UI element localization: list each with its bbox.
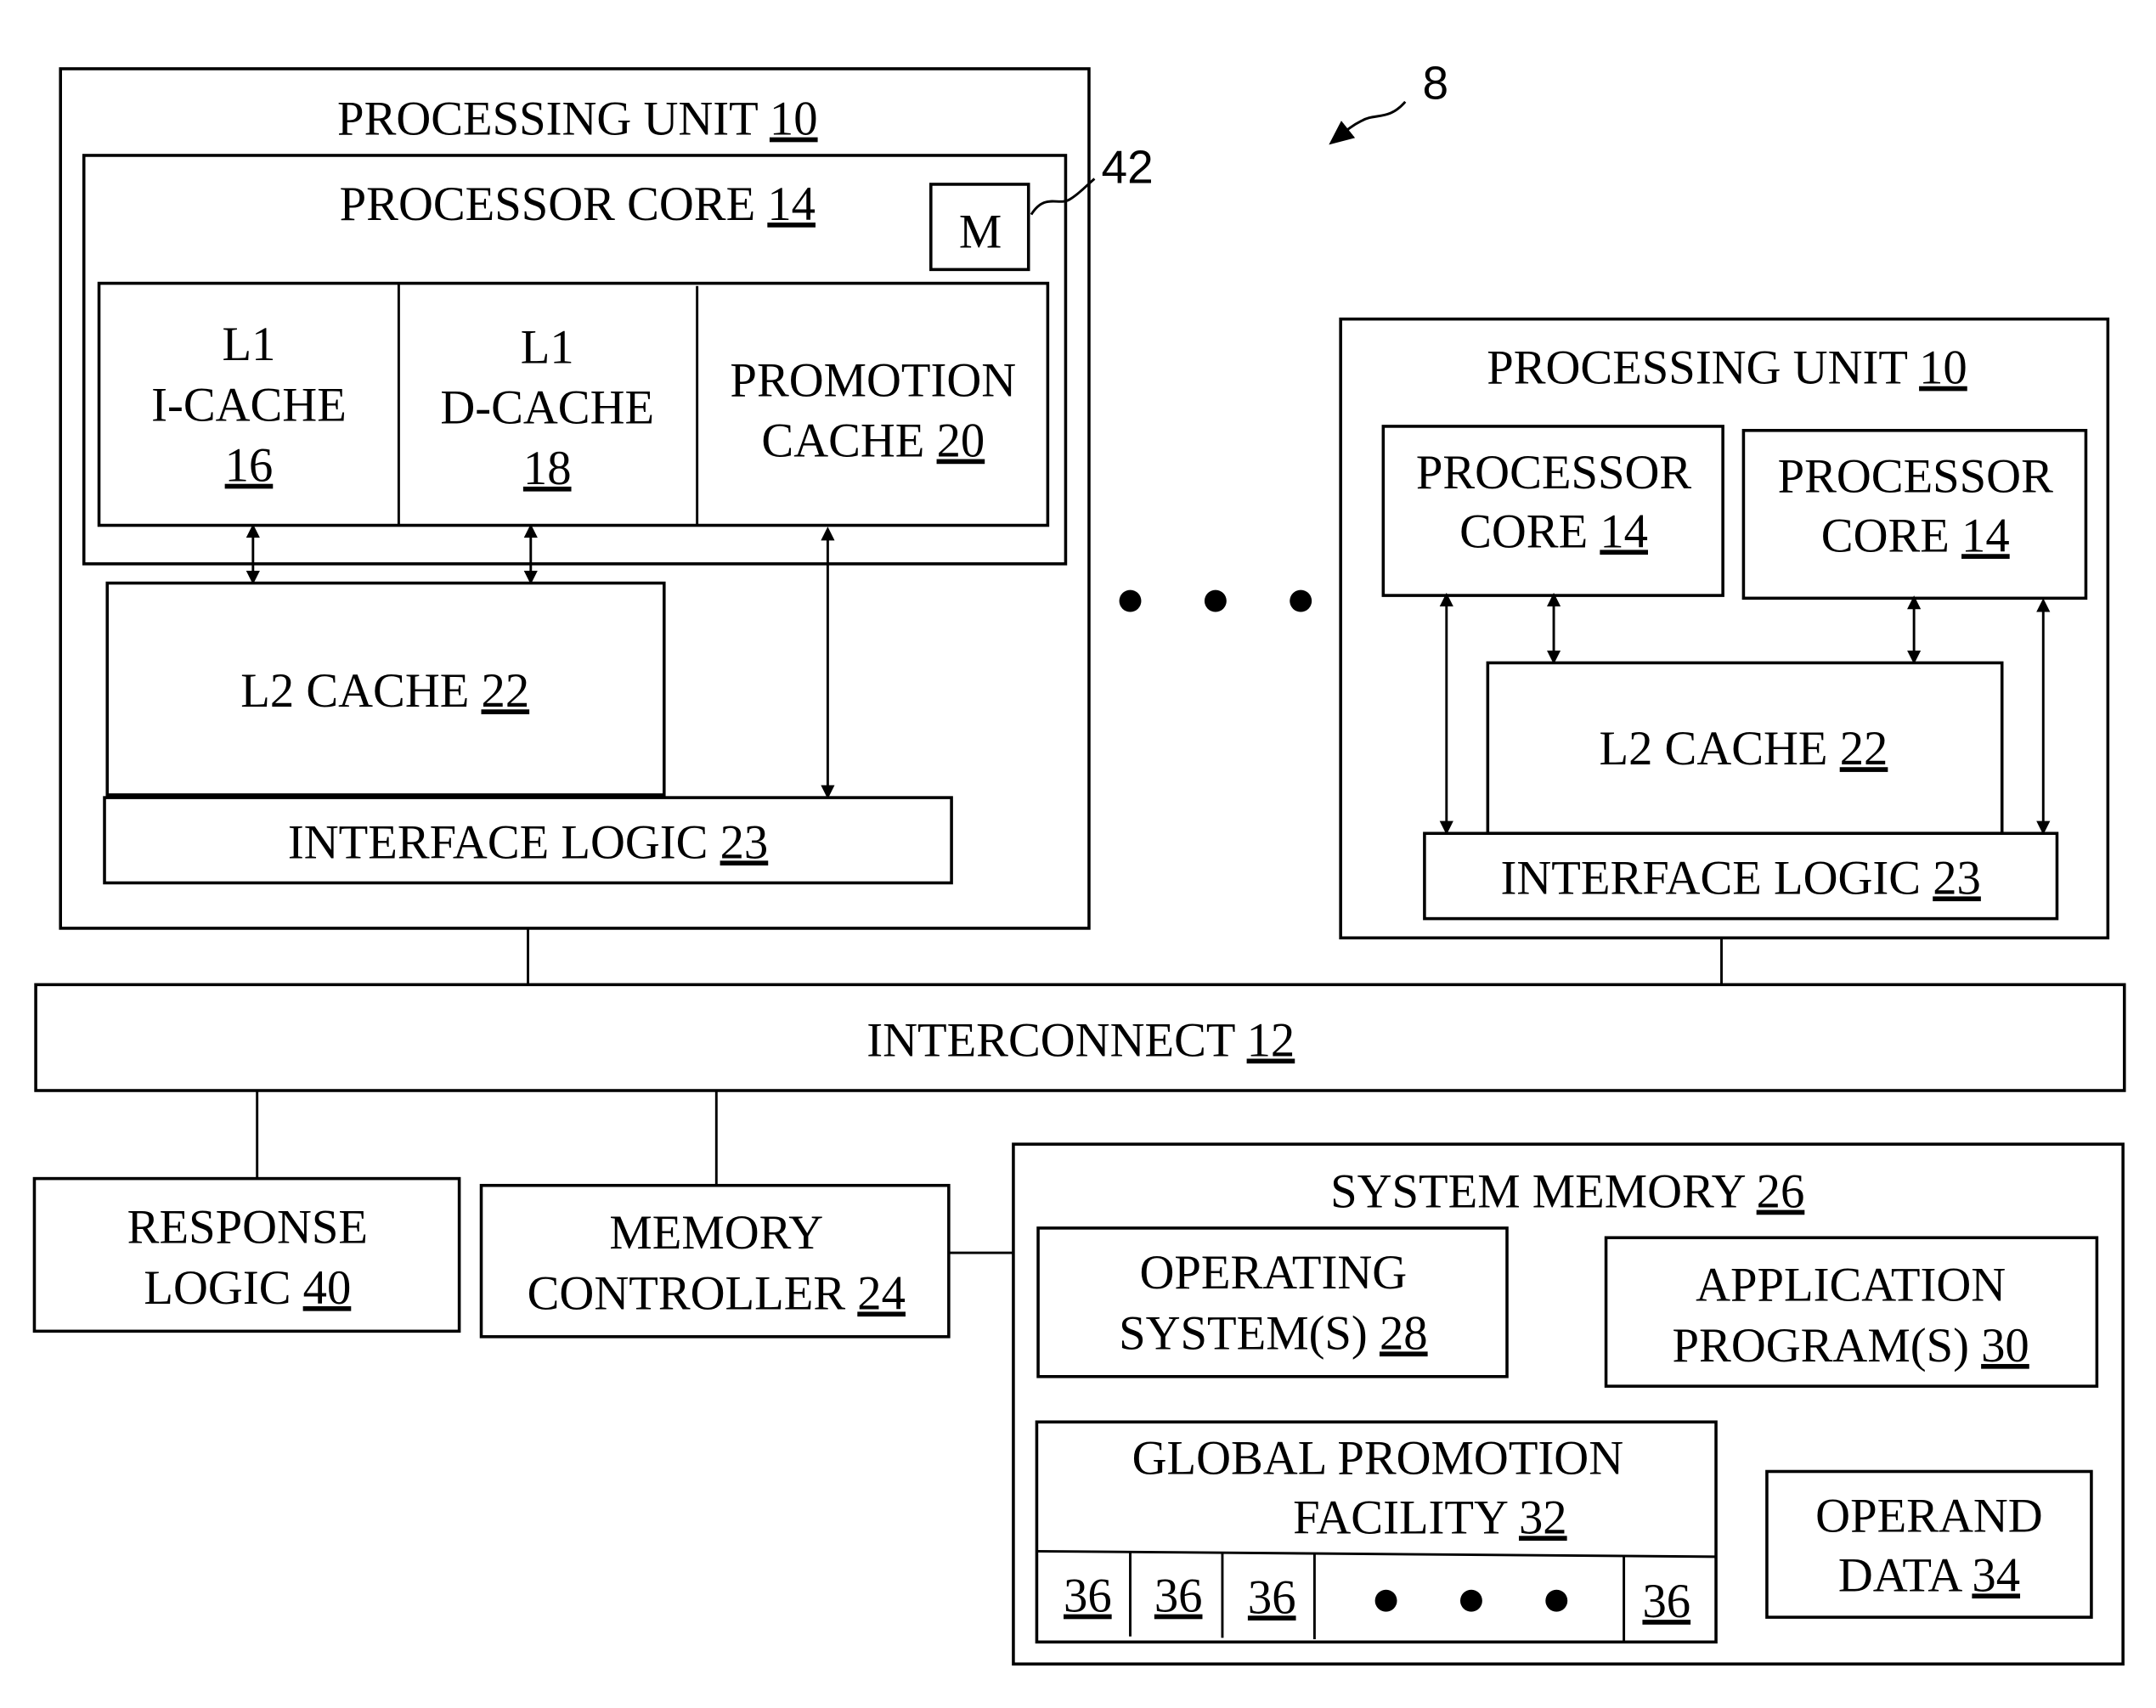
- processor-core-right-2: PROCESSOR CORE 14: [1741, 429, 2088, 600]
- interface-logic-left: INTERFACE LOGIC 23: [103, 796, 953, 885]
- svg-text:D-CACHE: D-CACHE: [440, 382, 654, 435]
- system-memory: SYSTEM MEMORY 26 OPERATING SYSTEM(S) 28 …: [1012, 1142, 2125, 1666]
- operating-systems: OPERATING SYSTEM(S) 28: [1036, 1226, 1509, 1378]
- svg-text:PROCESSING UNIT 10: PROCESSING UNIT 10: [337, 93, 818, 146]
- svg-text:PROCESSOR: PROCESSOR: [1416, 447, 1691, 499]
- svg-text:FACILITY 32: FACILITY 32: [1293, 1491, 1567, 1544]
- gpf-entry: 36: [1642, 1576, 1690, 1628]
- svg-text:CORE 14: CORE 14: [1821, 510, 2010, 562]
- svg-text:PROMOTION: PROMOTION: [730, 354, 1016, 407]
- svg-text:CONTROLLER 24: CONTROLLER 24: [528, 1267, 906, 1320]
- memory-controller: MEMORY CONTROLLER 24: [479, 1183, 951, 1339]
- gpf-entry: 36: [1154, 1570, 1203, 1623]
- svg-text:INTERFACE LOGIC 23: INTERFACE LOGIC 23: [1500, 852, 1980, 905]
- gpf-entry: 36: [1248, 1571, 1296, 1624]
- svg-text:GLOBAL PROMOTION: GLOBAL PROMOTION: [1132, 1433, 1624, 1485]
- svg-text:APPLICATION: APPLICATION: [1696, 1260, 2006, 1312]
- processor-core-right-1: PROCESSOR CORE 14: [1381, 425, 1724, 597]
- svg-text:SYSTEM(S) 28: SYSTEM(S) 28: [1119, 1307, 1428, 1360]
- svg-text:M: M: [959, 206, 1002, 258]
- response-logic: RESPONSE LOGIC 40: [32, 1176, 461, 1333]
- pu-left-title: PROCESSING UNIT: [337, 93, 770, 146]
- svg-text:PROCESSING UNIT 10: PROCESSING UNIT 10: [1487, 342, 1967, 395]
- svg-text:PROCESSOR CORE 14: PROCESSOR CORE 14: [340, 178, 816, 231]
- global-promotion-facility: GLOBAL PROMOTION FACILITY 32 36 36 36 36: [1035, 1420, 1718, 1644]
- svg-text:L2 CACHE 22: L2 CACHE 22: [1599, 723, 1888, 775]
- interface-logic-right: INTERFACE LOGIC 23: [1423, 831, 2059, 921]
- svg-text:INTERFACE LOGIC 23: INTERFACE LOGIC 23: [288, 816, 768, 869]
- svg-text:18: 18: [523, 443, 572, 495]
- svg-text:CACHE 20: CACHE 20: [761, 415, 985, 468]
- l2-cache-left: L2 CACHE 22: [105, 581, 666, 797]
- svg-text:I-CACHE: I-CACHE: [151, 379, 347, 431]
- l2-cache-right: L2 CACHE 22: [1486, 661, 2004, 835]
- svg-text:DATA 34: DATA 34: [1838, 1549, 2020, 1602]
- ellipsis-units: [1119, 589, 1312, 612]
- svg-text:L2 CACHE 22: L2 CACHE 22: [240, 665, 529, 718]
- svg-text:16: 16: [225, 440, 274, 493]
- application-programs: APPLICATION PROGRAM(S) 30: [1604, 1236, 2099, 1388]
- svg-text:RESPONSE: RESPONSE: [127, 1202, 368, 1254]
- figure-label: 8: [1423, 57, 1449, 110]
- processing-unit-right: PROCESSING UNIT 10 PROCESSOR CORE 14 PRO…: [1339, 317, 2110, 940]
- svg-text:L1: L1: [223, 318, 276, 371]
- svg-text:MEMORY: MEMORY: [609, 1207, 823, 1260]
- svg-text:SYSTEM MEMORY 26: SYSTEM MEMORY 26: [1330, 1166, 1804, 1219]
- figure-arrow-icon: [1329, 100, 1407, 145]
- processing-unit-left: PROCESSING UNIT 10 PROCESSOR CORE 14 M 4…: [59, 67, 1154, 930]
- processor-core-left: PROCESSOR CORE 14 M 42 L1 I-CACHE 16 L1 …: [82, 140, 1154, 566]
- svg-text:CORE 14: CORE 14: [1459, 505, 1648, 558]
- gpf-entry: 36: [1064, 1570, 1112, 1623]
- svg-text:OPERATING: OPERATING: [1139, 1247, 1407, 1299]
- svg-text:PROGRAM(S) 30: PROGRAM(S) 30: [1673, 1320, 2029, 1373]
- svg-text:INTERCONNECT 12: INTERCONNECT 12: [866, 1015, 1295, 1068]
- system-block-diagram: 8 PROCESSING UNIT 10 PROCESSOR CORE 14 M…: [32, 57, 2126, 1666]
- svg-text:OPERAND: OPERAND: [1815, 1491, 2043, 1543]
- svg-text:L1: L1: [521, 321, 574, 374]
- operand-data: OPERAND DATA 34: [1765, 1469, 2093, 1619]
- interconnect: INTERCONNECT 12: [34, 983, 2126, 1092]
- svg-text:PROCESSOR: PROCESSOR: [1778, 451, 2053, 504]
- callout-42: 42: [1102, 140, 1154, 193]
- svg-text:LOGIC 40: LOGIC 40: [144, 1262, 351, 1315]
